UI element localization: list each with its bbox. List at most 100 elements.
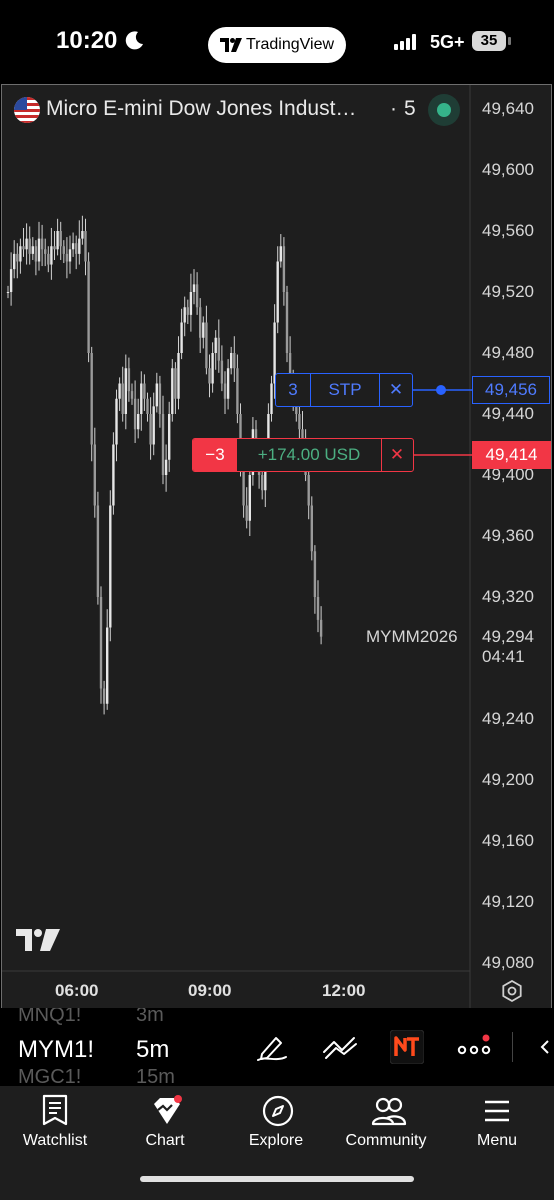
position-close-icon[interactable]: ✕ (381, 439, 413, 471)
app-pill-label: TradingView (246, 36, 335, 53)
indicators-icon[interactable] (322, 1032, 358, 1060)
chart-settings-icon[interactable] (500, 979, 524, 1003)
position-qty[interactable]: −3 (193, 439, 237, 471)
candle-body (217, 337, 220, 361)
candle-body (279, 246, 282, 262)
price-axis-tick: 49,240 (482, 709, 534, 728)
interval-label[interactable]: 5 (404, 97, 416, 121)
position-price-tag[interactable]: 49,414 (472, 441, 551, 469)
symbol-title[interactable]: Micro E-mini Dow Jones Indust… (46, 97, 356, 121)
bottom-tab-bar: Watchlist Chart Explore Community Menu (0, 1086, 554, 1200)
candle-body (19, 246, 22, 262)
stop-order-qty[interactable]: 3 (276, 374, 311, 406)
candle-body (195, 284, 199, 308)
candle-body (143, 383, 146, 399)
candle-body (118, 383, 121, 399)
battery-tip (508, 37, 511, 45)
candle-body (124, 368, 127, 414)
market-status-icon[interactable] (428, 94, 460, 126)
toolbar-divider (512, 1032, 513, 1062)
position-pnl[interactable]: +174.00 USD (237, 439, 382, 471)
symbol-code-label: MYMM2026 (366, 627, 458, 646)
candle-body (56, 231, 59, 250)
home-indicator[interactable] (140, 1176, 414, 1182)
candle-body (96, 505, 100, 597)
candle-body (161, 414, 165, 475)
drawing-pen-icon[interactable] (256, 1030, 288, 1062)
candle-body (158, 383, 162, 414)
candle-body (47, 253, 50, 265)
compass-icon (262, 1095, 294, 1127)
tab-menu[interactable]: Menu (442, 1086, 552, 1166)
stop-order-widget[interactable]: 3 STP ✕ (275, 373, 413, 407)
time-axis-tick: 06:00 (55, 981, 99, 1000)
stop-order-type[interactable]: STP (311, 374, 380, 406)
tab-watchlist-label: Watchlist (22, 1132, 88, 1149)
candle-body (149, 414, 152, 445)
price-axis-tick: 49,440 (482, 404, 534, 423)
candle-body (59, 231, 62, 247)
tab-watchlist[interactable]: Watchlist (0, 1086, 110, 1166)
price-axis-tick: 49,360 (482, 526, 534, 545)
time-axis-tick: 09:00 (188, 981, 232, 1000)
candle-body (75, 243, 78, 254)
app-pill[interactable]: TradingView (208, 27, 346, 63)
tradingview-watermark-icon (16, 929, 60, 951)
candle-body (53, 246, 56, 250)
candle-body (214, 337, 217, 353)
price-axis-tick: 49,560 (482, 221, 534, 240)
title-separator: · (390, 97, 397, 120)
stop-order-close-icon[interactable]: ✕ (380, 374, 412, 406)
price-axis-tick: 49,600 (482, 160, 534, 179)
next-interval[interactable]: 15m (136, 1066, 175, 1086)
tab-explore[interactable]: Explore (221, 1086, 331, 1166)
candle-body (192, 284, 196, 292)
candle-body (133, 398, 137, 430)
candle-body (127, 368, 131, 392)
prev-interval[interactable]: 3m (136, 1008, 164, 1027)
us-flag-icon (14, 97, 40, 123)
next-symbol[interactable]: MGC1! (18, 1066, 81, 1086)
stop-order-price-tag[interactable]: 49,456 (472, 376, 550, 404)
interval-selector[interactable]: 5m (136, 1036, 169, 1064)
collapse-arrow-icon[interactable] (538, 1038, 552, 1056)
candle-body (112, 444, 115, 506)
position-widget[interactable]: −3 +174.00 USD ✕ (192, 438, 414, 472)
community-icon (371, 1097, 407, 1126)
hamburger-icon (485, 1100, 509, 1122)
candle-body (40, 238, 44, 250)
chart-tab-icon (154, 1095, 182, 1124)
tab-community[interactable]: Community (331, 1086, 441, 1166)
candle-body (22, 246, 25, 250)
watchlist-icon (42, 1094, 68, 1126)
candle-body (37, 238, 41, 262)
candlestick-chart[interactable] (2, 85, 551, 1009)
moon-icon (125, 31, 143, 50)
clock: 10:20 (56, 27, 118, 54)
candle-body (9, 269, 13, 292)
more-options-icon[interactable] (456, 1034, 494, 1060)
time-axis-tick: 12:00 (322, 981, 366, 1000)
candle-body (130, 391, 134, 399)
tab-chart-label: Chart (145, 1132, 185, 1149)
chart-panel[interactable]: Micro E-mini Dow Jones Indust… · 5 49,64… (1, 84, 552, 1010)
candle-body (155, 383, 158, 407)
chart-toolbar: MNQ1! 3m MYM1! 5m MGC1! 15m (0, 1008, 554, 1086)
ninjatrader-icon[interactable] (390, 1030, 424, 1064)
candle-body (84, 231, 87, 262)
price-axis-tick: 49,200 (482, 770, 534, 789)
candle-body (152, 406, 155, 445)
candle-body (307, 475, 310, 506)
candle-body (44, 249, 47, 254)
candle-body (282, 246, 286, 292)
candle-body (171, 368, 174, 414)
symbol-selector[interactable]: MYM1! (18, 1036, 94, 1064)
candle-body (230, 353, 233, 369)
candle-body (65, 253, 69, 262)
prev-symbol[interactable]: MNQ1! (18, 1008, 81, 1027)
tab-chart[interactable]: Chart (110, 1086, 220, 1166)
tab-explore-label: Explore (248, 1132, 304, 1149)
candle-body (78, 238, 81, 254)
candle-body (220, 360, 224, 384)
candle-body (115, 398, 118, 445)
